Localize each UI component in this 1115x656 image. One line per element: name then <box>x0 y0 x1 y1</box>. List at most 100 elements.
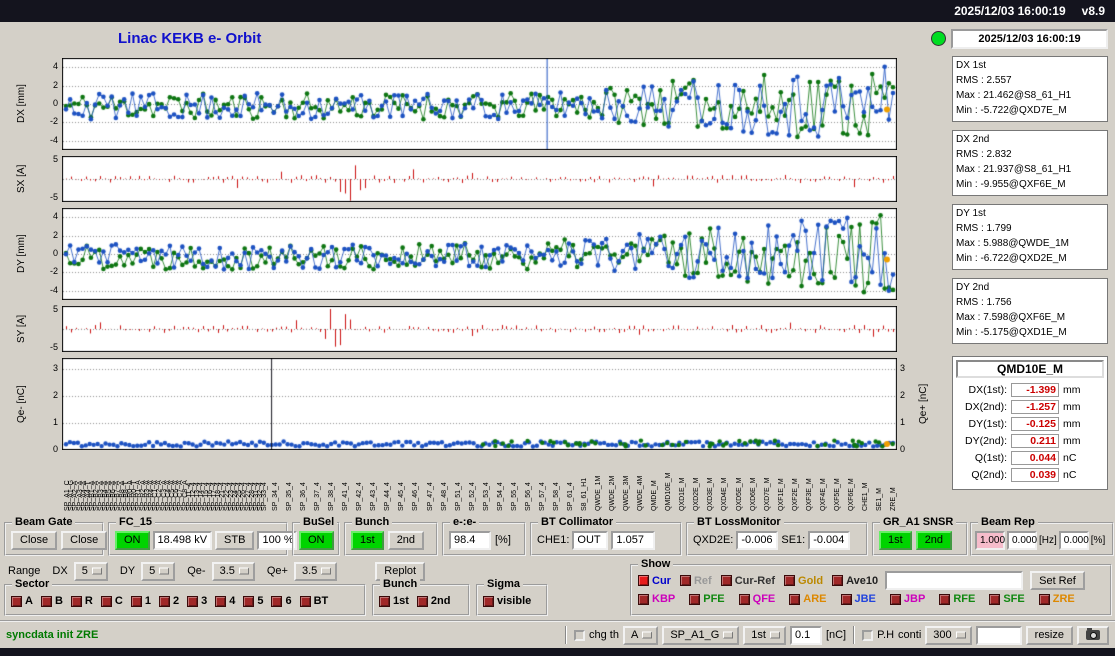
monitor-row-value: -1.257 <box>1011 399 1059 414</box>
che1-state-field[interactable]: OUT <box>572 530 609 550</box>
show-checkbox-kbp[interactable] <box>638 593 649 605</box>
sector-checkbox-2[interactable] <box>158 595 170 607</box>
group-title: Show <box>638 558 674 570</box>
stat-dy-2nd: DY 2nd RMS : 1.756 Max : 7.598@QXF6E_M M… <box>952 278 1108 344</box>
group-title: GR_A1 SNSR <box>880 516 957 528</box>
axis-tick: 2 <box>900 389 906 400</box>
ph-checkbox[interactable] <box>862 629 874 641</box>
show-checkbox-cur[interactable] <box>638 575 649 586</box>
station-label: SP_47_4 <box>426 482 434 511</box>
station-label: QXD6E_M <box>749 477 757 511</box>
plot-q <box>62 358 897 450</box>
show-label: ARE <box>803 593 827 605</box>
show-checkbox-jbp[interactable] <box>889 593 901 605</box>
stat-dy-1st: DY 1st RMS : 1.799 Max : 5.988@QWDE_1M M… <box>952 204 1108 270</box>
sector-checkbox-r[interactable] <box>70 595 82 607</box>
station-label: QWDE_3M <box>623 475 631 511</box>
show-label: JBE <box>854 593 876 605</box>
show-checkbox-sfe[interactable] <box>989 593 1001 605</box>
show-checkbox-rfe[interactable] <box>939 593 951 605</box>
show-label: Cur <box>652 574 671 587</box>
resize-button[interactable]: resize <box>1025 625 1073 645</box>
bunch-checkbox-2nd[interactable] <box>416 595 428 607</box>
range-qep-select[interactable]: 3.5 <box>293 561 338 581</box>
monitor-row-label: Q(2nd): <box>971 468 1007 481</box>
group-show: Show Cur Ref Cur-Ref Gold Ave10 Set Ref KBP P… <box>630 558 1112 616</box>
sector-checkbox-b[interactable] <box>40 595 52 607</box>
sector-select[interactable]: A <box>622 625 659 645</box>
bunch-1st-button[interactable]: 1st <box>351 530 384 550</box>
show-checkbox-ave10[interactable] <box>832 575 844 586</box>
monitor-row-unit: nC <box>1063 468 1077 481</box>
sy-plot-canvas <box>62 306 897 352</box>
sector-checkbox-4[interactable] <box>215 595 227 607</box>
fc15-on-button[interactable]: ON <box>115 530 150 550</box>
axis-tick: -5 <box>49 192 58 203</box>
beam-gate-close-2-button[interactable]: Close <box>61 530 108 550</box>
threshold-input[interactable] <box>789 625 822 645</box>
bunch-2nd-button[interactable]: 2nd <box>387 530 425 550</box>
sector-checkbox-1[interactable] <box>130 595 142 607</box>
interval-select[interactable]: 300 <box>925 625 972 645</box>
show-checkbox-qfe[interactable] <box>738 593 750 605</box>
range-dx-select[interactable]: 5 <box>73 561 108 581</box>
stat-min: Min : -5.722@QXD7E_M <box>956 105 1067 116</box>
beam-gate-close-1-button[interactable]: Close <box>11 530 58 550</box>
station-label: S8_61_H1 <box>581 477 588 511</box>
sigma-checkbox-visible[interactable] <box>483 595 494 607</box>
chg-th-checkbox[interactable] <box>574 629 586 641</box>
camera-button[interactable] <box>1077 625 1109 645</box>
show-checkbox-ref[interactable] <box>679 575 691 586</box>
sector-checkbox-a[interactable] <box>11 595 22 607</box>
show-checkbox-pfe[interactable] <box>689 593 701 605</box>
sector-checkbox-c[interactable] <box>100 595 112 607</box>
ref-name-input[interactable] <box>885 571 1024 590</box>
gr-a1-1st-button[interactable]: 1st <box>879 530 912 550</box>
show-checkbox-zre[interactable] <box>1038 593 1050 605</box>
station-label: SP_46_4 <box>412 482 420 511</box>
sector-item-3: 3 <box>187 595 207 607</box>
set-ref-button[interactable]: Set Ref <box>1030 571 1085 590</box>
monitor-row: DX(2nd): -1.257 mm <box>953 398 1107 415</box>
sector-checkbox-3[interactable] <box>187 595 199 607</box>
show-checkbox-jbe[interactable] <box>840 593 852 605</box>
station-label: SP_61_4 <box>566 482 574 511</box>
bunch-checkbox-1st[interactable] <box>379 595 390 607</box>
sector-checkbox-5[interactable] <box>243 595 255 607</box>
show-item-cur-ref: Cur-Ref <box>720 575 775 587</box>
station-label: QXF3E_M <box>805 478 813 511</box>
gr-a1-2nd-button[interactable]: 2nd <box>915 530 953 550</box>
sector-checkbox-6[interactable] <box>271 595 283 607</box>
station-label: SP_55_4 <box>510 482 518 511</box>
plot-sy <box>62 306 897 352</box>
station-label: SP_34_4 <box>272 482 279 511</box>
range-dy-label: DY <box>119 565 136 577</box>
status-led <box>931 31 946 46</box>
bunch-label: 2nd <box>430 595 451 607</box>
group-sector: Sector A B R C 1 2 3 4 5 6 BT <box>4 578 366 616</box>
sector-label: 3 <box>201 595 208 607</box>
bpm-select[interactable]: SP_A1_G <box>662 625 740 645</box>
stat-max: Max : 21.462@S8_61_H1 <box>956 90 1072 101</box>
fc15-stb-button[interactable]: STB <box>215 530 255 550</box>
axis-tick: 2 <box>52 79 58 90</box>
bunch-number-select[interactable]: 1st <box>743 625 786 645</box>
busel-on-button[interactable]: ON <box>299 530 334 550</box>
range-qem-select[interactable]: 3.5 <box>211 561 255 581</box>
spare-input[interactable] <box>975 625 1022 645</box>
monitor-row-value: 0.039 <box>1011 467 1059 482</box>
show-checkbox-cur-ref[interactable] <box>720 575 732 586</box>
range-dy-select[interactable]: 5 <box>141 561 176 581</box>
range-qem-label: Qe- <box>187 565 206 577</box>
sector-item-6: 6 <box>271 595 292 607</box>
beam-rep-read-value: 0.000 <box>1007 530 1037 550</box>
axis-title: SX [A] <box>16 164 27 194</box>
station-label: SP_57_4 <box>538 482 546 511</box>
show-checkbox-are[interactable] <box>789 593 801 605</box>
sector-checkbox-bt[interactable] <box>299 595 311 607</box>
show-checkbox-gold[interactable] <box>784 575 796 586</box>
group-bunch-top: Bunch 1st 2nd <box>344 516 438 556</box>
group-beam-gate: Beam Gate Close Close <box>4 516 108 556</box>
show-item-jbp: JBP <box>889 593 925 605</box>
bunch-item-1st: 1st <box>379 595 409 607</box>
